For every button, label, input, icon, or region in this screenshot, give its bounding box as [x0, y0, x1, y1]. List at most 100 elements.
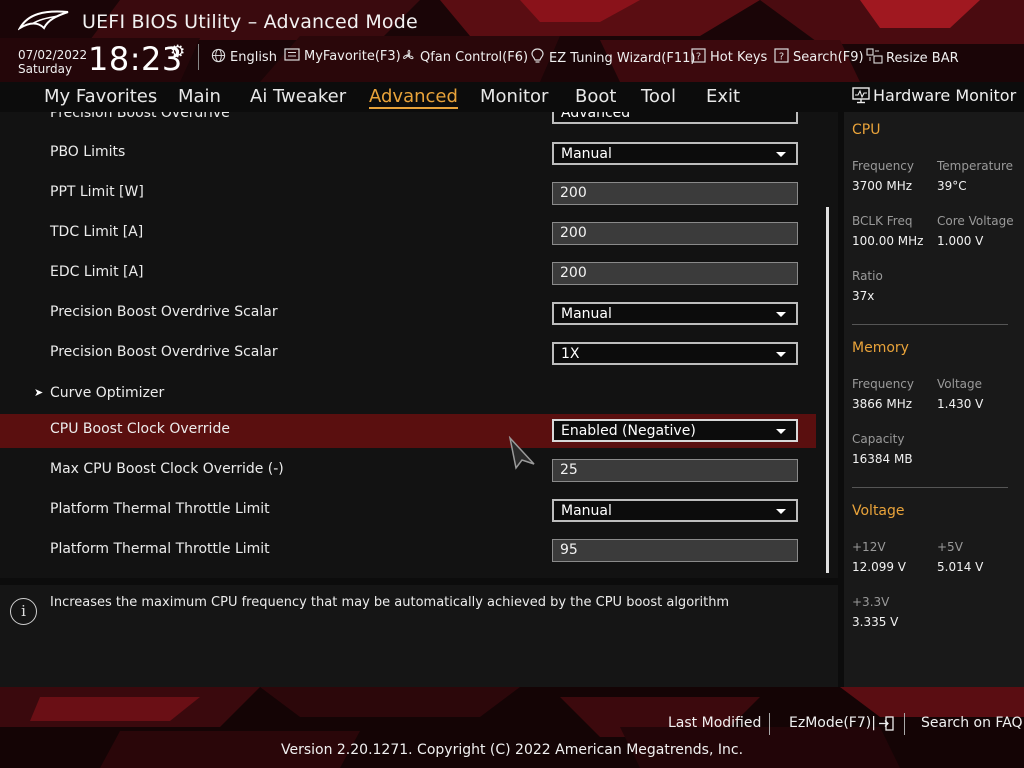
language-button[interactable]: English [210, 48, 277, 67]
section-divider [852, 487, 1008, 488]
ppt-limit-input[interactable]: 200 [552, 182, 798, 205]
setting-value: 200 [560, 265, 587, 281]
memory-voltage-value: 1.430 V [937, 397, 984, 411]
setting-row-tdc-limit[interactable]: TDC Limit [A] 200 [0, 216, 816, 250]
tab-exit[interactable]: Exit [706, 86, 740, 107]
monitor-icon [852, 87, 870, 104]
memory-capacity-value: 16384 MB [852, 452, 913, 466]
tab-ai-tweaker[interactable]: Ai Tweaker [250, 86, 346, 107]
search-button[interactable]: ? Search(F9) [773, 48, 864, 67]
pbo-limits-select[interactable]: Manual [552, 142, 798, 165]
language-label: English [230, 50, 277, 65]
setting-value: 200 [560, 225, 587, 241]
pbo-scalar-value-select[interactable]: 1X [552, 342, 798, 365]
last-modified-button[interactable]: Last Modified [668, 715, 761, 731]
core-voltage-value: 1.000 V [937, 234, 984, 248]
setting-row-partial[interactable]: Precision Boost Overdrive Advanced [0, 112, 816, 130]
submenu-curve-optimizer[interactable]: ➤ Curve Optimizer [0, 377, 816, 411]
v12-label: +12V [852, 540, 886, 554]
qfan-control-button[interactable]: Qfan Control(F6) [400, 48, 528, 67]
setting-label: Platform Thermal Throttle Limit [50, 501, 270, 517]
setting-row-thermal-throttle-limit[interactable]: Platform Thermal Throttle Limit 95 [0, 533, 816, 567]
edc-limit-input[interactable]: 200 [552, 262, 798, 285]
submenu-arrow-icon: ➤ [34, 386, 44, 399]
pbo-scalar-select[interactable]: Manual [552, 302, 798, 325]
setting-value: 95 [560, 542, 578, 558]
v12-value: 12.099 V [852, 560, 907, 574]
myfavorite-button[interactable]: MyFavorite(F3) [284, 48, 401, 65]
setting-row-pbo-scalar[interactable]: Precision Boost Overdrive Scalar Manual [0, 296, 816, 330]
setting-label: Platform Thermal Throttle Limit [50, 541, 270, 557]
version-text: Version 2.20.1271. Copyright (C) 2022 Am… [280, 742, 744, 758]
setting-value: Advanced [561, 112, 631, 121]
setting-value: Manual [561, 306, 612, 322]
hardware-monitor-header: Hardware Monitor [844, 82, 1024, 112]
setting-value: 25 [560, 462, 578, 478]
ezmode-label: EzMode(F7)| [789, 715, 876, 731]
setting-select[interactable]: Advanced [552, 112, 798, 124]
v5-label: +5V [937, 540, 963, 554]
chevron-down-icon [776, 352, 786, 357]
resize-bar-label: Resize BAR [886, 50, 959, 66]
section-divider [852, 324, 1008, 325]
resize-bar-button[interactable]: Resize BAR [866, 48, 959, 68]
setting-row-max-cpu-boost-override[interactable]: Max CPU Boost Clock Override (-) 25 [0, 453, 816, 487]
cpu-frequency-label: Frequency [852, 159, 914, 173]
ezmode-button[interactable]: EzMode(F7)| [789, 715, 894, 731]
memory-frequency-value: 3866 MHz [852, 397, 913, 411]
thermal-throttle-limit-input[interactable]: 95 [552, 539, 798, 562]
search-on-faq-button[interactable]: Search on FAQ [921, 715, 1023, 731]
core-voltage-label: Core Voltage [937, 214, 1014, 228]
tab-monitor[interactable]: Monitor [480, 86, 548, 107]
setting-row-pbo-scalar-value[interactable]: Precision Boost Overdrive Scalar 1X [0, 336, 816, 370]
date-text: 07/02/2022 [18, 48, 88, 62]
ratio-label: Ratio [852, 269, 883, 283]
ez-tuning-wizard-button[interactable]: EZ Tuning Wizard(F11) [529, 48, 695, 68]
search-label: Search(F9) [793, 50, 864, 65]
setting-row-pbo-limits[interactable]: PBO Limits Manual [0, 136, 816, 170]
hardware-monitor-panel: Hardware Monitor CPU Frequency Temperatu… [844, 82, 1024, 687]
tdc-limit-input[interactable]: 200 [552, 222, 798, 245]
v5-value: 5.014 V [937, 560, 984, 574]
tab-my-favorites[interactable]: My Favorites [44, 86, 157, 107]
tab-main[interactable]: Main [178, 86, 221, 107]
rog-logo-icon [18, 10, 69, 31]
scrollbar[interactable] [826, 207, 829, 573]
date-display: 07/02/2022 Saturday [18, 48, 87, 76]
setting-value: Manual [561, 503, 612, 519]
tab-boot[interactable]: Boot [575, 86, 616, 107]
tab-advanced[interactable]: Advanced [369, 86, 458, 109]
lightbulb-icon [529, 48, 545, 68]
chevron-down-icon [776, 152, 786, 157]
exit-arrow-icon [878, 715, 894, 731]
thermal-throttle-mode-select[interactable]: Manual [552, 499, 798, 522]
max-cpu-boost-override-input[interactable]: 25 [552, 459, 798, 482]
setting-label: Max CPU Boost Clock Override (-) [50, 461, 284, 477]
tab-tool[interactable]: Tool [641, 86, 676, 107]
cpu-boost-clock-override-select[interactable]: Enabled (Negative) [552, 419, 798, 442]
hot-keys-button[interactable]: ? Hot Keys [690, 48, 767, 67]
setting-row-cpu-boost-clock-override[interactable]: CPU Boost Clock Override Enabled (Negati… [0, 414, 816, 448]
setting-row-thermal-throttle-mode[interactable]: Platform Thermal Throttle Limit Manual [0, 493, 816, 527]
memory-capacity-label: Capacity [852, 432, 905, 446]
memory-section-title: Memory [852, 340, 909, 356]
setting-label: Precision Boost Overdrive [50, 112, 230, 121]
setting-label: Precision Boost Overdrive Scalar [50, 344, 278, 360]
qfan-control-label: Qfan Control(F6) [420, 50, 529, 65]
setting-row-ppt-limit[interactable]: PPT Limit [W] 200 [0, 176, 816, 210]
ratio-value: 37x [852, 289, 875, 303]
main-nav-tabs: My Favorites Main Ai Tweaker Advanced Mo… [0, 82, 838, 112]
app-title: UEFI BIOS Utility – Advanced Mode [82, 11, 418, 33]
gear-icon[interactable]: ⚙ [170, 42, 185, 62]
setting-label: CPU Boost Clock Override [50, 421, 230, 437]
ez-tuning-wizard-label: EZ Tuning Wizard(F11) [549, 50, 696, 66]
setting-row-edc-limit[interactable]: EDC Limit [A] 200 [0, 256, 816, 290]
help-panel: i Increases the maximum CPU frequency th… [0, 585, 838, 687]
settings-list: Precision Boost Overdrive Advanced PBO L… [0, 112, 838, 578]
setting-label: PPT Limit [W] [50, 184, 144, 200]
myfavorite-label: MyFavorite(F3) [304, 49, 401, 64]
cpu-temperature-label: Temperature [937, 159, 1014, 173]
voltage-section-title: Voltage [852, 503, 905, 519]
cpu-temperature-value: 39°C [937, 179, 967, 193]
chevron-down-icon [776, 429, 786, 434]
